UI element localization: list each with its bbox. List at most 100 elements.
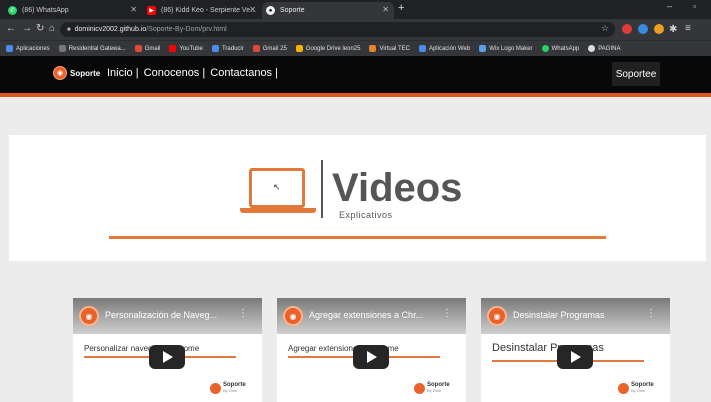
soportee-button[interactable]: Soportee [612,62,660,86]
tab-title: (86) Kidd Keo - Serpiente Ve... [161,7,256,14]
url-path: /Soporte-By-Dom/prv.html [146,26,227,33]
bookmark-wix[interactable]: Wix Logo Maker [479,45,533,52]
channel-avatar-icon[interactable]: ◉ [487,306,507,326]
channel-avatar-icon[interactable]: ◉ [283,306,303,326]
bookmark-traducir[interactable]: Traducir [211,45,244,52]
video-card[interactable]: ◉ Desinstalar Programas ⋮ Desinstalar Pr… [481,298,670,402]
tab-whatsapp[interactable]: ✆ (86) WhatsApp ✕ [4,2,142,19]
tec-icon [369,45,377,52]
tab-title: Soporte [280,7,305,14]
bookmark-youtube[interactable]: YouTube [169,45,203,52]
nav-link-conocenos[interactable]: Conocenos | [144,67,206,79]
back-icon[interactable]: ← [6,23,16,34]
maximize-icon[interactable]: ▫ [693,1,696,11]
nav-link-contactanos[interactable]: Contactanos | [210,67,278,79]
card-brand-logo: Soporte By Dom [210,382,246,394]
more-options-icon[interactable]: ⋮ [646,308,656,319]
close-icon[interactable]: ✕ [249,5,256,14]
lock-icon: ■ [67,26,71,33]
card-brand-sub: By Dom [223,388,238,393]
accent-divider [0,93,711,97]
video-title[interactable]: Desinstalar Programas [513,310,605,320]
hero-title: Videos [332,166,463,210]
hero-divider [321,160,323,218]
card-brand-sub: By Dom [427,388,442,393]
bookmark-gmail[interactable]: Gmail [134,45,160,52]
extension-icon[interactable] [622,24,632,34]
bookmark-drive[interactable]: Google Drive leon25 [295,45,361,52]
home-icon[interactable]: ⌂ [49,23,55,34]
github-icon [588,45,596,52]
bookmark-virtualtec[interactable]: Virtual TEC [369,45,410,52]
page-icon [58,45,66,52]
close-icon[interactable]: ✕ [130,5,137,14]
bookmark-star-icon[interactable]: ☆ [601,23,609,34]
play-icon [571,351,581,363]
bookmark-label: WhatsApp [551,45,580,52]
whatsapp-icon: ✆ [8,6,17,15]
bookmark-label: PAGINA [598,45,621,52]
bookmark-label: Residential Gatewa... [68,45,126,52]
bookmark-label: Aplicaciones [16,45,50,52]
gmail-icon [134,45,142,52]
bookmark-label: Virtual TEC [379,45,410,52]
play-button[interactable] [353,345,389,369]
minimize-icon[interactable]: – [667,1,672,11]
more-options-icon[interactable]: ⋮ [442,308,452,319]
soporte-logo-icon: ◉ [53,66,67,80]
bookmark-label: Traducir [221,45,244,52]
bookmark-aplicaciones[interactable]: Aplicaciones [6,45,50,52]
video-title[interactable]: Personalización de Naveg... [105,310,217,320]
url-bar[interactable]: ■ dominicv2002.github.io /Soporte-By-Dom… [60,22,615,37]
browser-tab-strip: ✆ (86) WhatsApp ✕ ▶ (86) Kidd Keo - Serp… [0,0,711,19]
laptop-icon: ↖ [240,168,316,216]
youtube-icon [169,45,177,52]
play-icon [367,351,377,363]
play-button[interactable] [149,345,185,369]
tab-youtube[interactable]: ▶ (86) Kidd Keo - Serpiente Ve... ✕ [143,2,261,19]
site-logo[interactable]: ◉ Soporte [53,66,100,80]
close-icon[interactable]: ✕ [382,5,389,14]
logo-text: Soporte [70,68,101,78]
new-tab-button[interactable]: + [398,2,404,14]
forward-icon[interactable]: → [22,23,32,34]
tab-soporte[interactable]: ● Soporte ✕ [262,2,394,19]
youtube-icon: ▶ [147,6,156,15]
video-card[interactable]: ◉ Agregar extensiones a Chr... ⋮ Agregar… [277,298,466,402]
drive-icon [295,45,303,52]
video-title[interactable]: Agregar extensiones a Chr... [309,310,423,320]
channel-avatar-icon[interactable]: ◉ [79,306,99,326]
bookmark-label: Wix Logo Maker [489,45,533,52]
card-brand-logo: Soporte By Dom [414,382,450,394]
bookmarks-bar: Aplicaciones Residential Gatewa... Gmail… [0,40,711,56]
translate-icon [211,45,219,52]
hero-underline [109,236,606,239]
bookmark-whatsapp[interactable]: WhatsApp [541,45,580,52]
soporte-logo-icon [414,382,425,394]
globe-icon [418,45,426,52]
bookmark-residential[interactable]: Residential Gatewa... [58,45,126,52]
soporte-logo-icon [210,382,221,394]
extension-icon[interactable] [638,24,648,34]
nav-links: Inicio | Conocenos | Contactanos | [107,67,280,79]
video-card[interactable]: ◉ Personalización de Naveg... ⋮ Personal… [73,298,262,402]
nav-link-inicio[interactable]: Inicio | [107,67,139,79]
bookmark-aplicacion-web[interactable]: Aplicación Web [418,45,471,52]
play-icon [163,351,173,363]
more-options-icon[interactable]: ⋮ [238,308,248,319]
soporte-logo-icon [618,382,629,394]
gmail-icon [252,45,260,52]
menu-icon[interactable]: ≡ [685,23,691,34]
card-brand-sub: By Dom [631,388,646,393]
extension-icon[interactable] [654,24,664,34]
reload-icon[interactable]: ↻ [36,23,44,34]
bookmark-label: Aplicación Web [428,45,471,52]
bookmark-gmail25[interactable]: Gmail 25 [252,45,287,52]
hero-subtitle: Explicativos [339,210,393,220]
play-button[interactable] [557,345,593,369]
bookmark-pagina[interactable]: PAGINA [588,45,620,52]
address-toolbar: ← → ↻ ⌂ ■ dominicv2002.github.io /Soport… [0,19,711,40]
bookmark-label: Google Drive leon25 [305,45,361,52]
bookmark-label: Gmail 25 [262,45,287,52]
extensions-puzzle-icon[interactable]: ✱ [669,24,677,35]
